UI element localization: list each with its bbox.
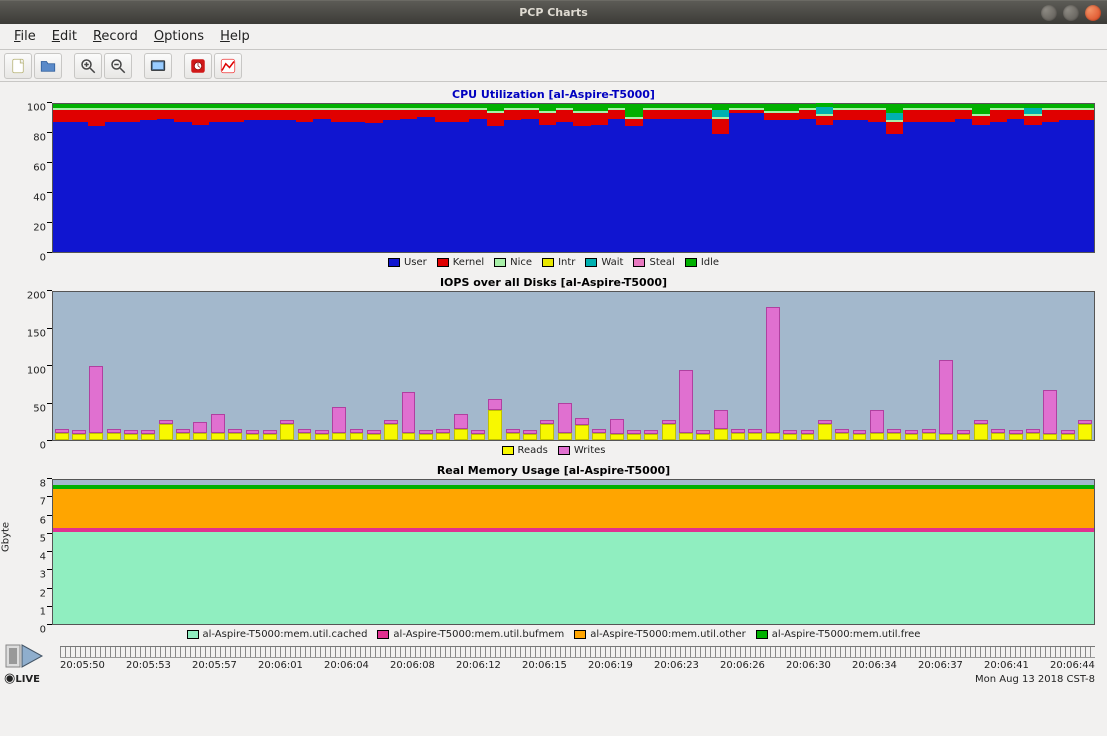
menu-file[interactable]: File (6, 27, 44, 46)
legend-item: Nice (494, 257, 532, 268)
legend-item: Kernel (437, 257, 484, 268)
iops-canvas (52, 291, 1095, 441)
legend-item: Wait (585, 257, 623, 268)
time-tick-labels: 20:05:5020:05:5320:05:5720:06:0120:06:04… (60, 660, 1095, 671)
iops-chart: IOPS over all Disks [al-Aspire-T5000] 05… (6, 274, 1101, 460)
new-view-button[interactable] (4, 53, 32, 79)
mem-y-axis: Gbyte 012345678 (6, 479, 52, 625)
legend-item: al-Aspire-T5000:mem.util.other (574, 629, 746, 640)
mem-chart: Real Memory Usage [al-Aspire-T5000] Gbyt… (6, 462, 1101, 644)
legend-item: al-Aspire-T5000:mem.util.bufmem (377, 629, 564, 640)
window-titlebar: PCP Charts (0, 0, 1107, 24)
zoom-out-button[interactable] (104, 53, 132, 79)
export-image-button[interactable] (144, 53, 172, 79)
menu-edit[interactable]: Edit (44, 27, 85, 46)
mem-legend: al-Aspire-T5000:mem.util.cached al-Aspire… (6, 625, 1101, 644)
legend-item: Writes (558, 445, 606, 456)
window-maximize-icon[interactable] (1063, 5, 1079, 21)
mem-canvas (52, 479, 1095, 625)
live-indicator[interactable]: ◉LIVE (4, 641, 44, 686)
chart-settings-button[interactable] (214, 53, 242, 79)
window-title: PCP Charts (0, 6, 1107, 19)
cpu-y-axis: 020406080100 (6, 103, 52, 253)
zoom-in-button[interactable] (74, 53, 102, 79)
cpu-chart: CPU Utilization [al-Aspire-T5000] 020406… (6, 86, 1101, 272)
mem-chart-title: Real Memory Usage [al-Aspire-T5000] (6, 462, 1101, 479)
legend-item: Intr (542, 257, 575, 268)
legend-item: Idle (685, 257, 719, 268)
legend-item: al-Aspire-T5000:mem.util.free (756, 629, 921, 640)
iops-y-axis: 050100150200 (6, 291, 52, 441)
legend-item: Steal (633, 257, 674, 268)
iops-chart-title: IOPS over all Disks [al-Aspire-T5000] (6, 274, 1101, 291)
cpu-canvas (52, 103, 1095, 253)
open-view-button[interactable] (34, 53, 62, 79)
time-date-label: Mon Aug 13 2018 CST-8 (975, 674, 1095, 685)
content-area: CPU Utilization [al-Aspire-T5000] 020406… (0, 82, 1107, 692)
cpu-chart-title: CPU Utilization [al-Aspire-T5000] (6, 86, 1101, 103)
window-close-icon[interactable] (1085, 5, 1101, 21)
window-minimize-icon[interactable] (1041, 5, 1057, 21)
menu-help[interactable]: Help (212, 27, 258, 46)
time-axis: 20:05:5020:05:5320:05:5720:06:0120:06:04… (60, 646, 1095, 692)
menubar: File Edit Record Options Help (0, 24, 1107, 50)
play-icon (4, 641, 44, 671)
legend-item: Reads (502, 445, 548, 456)
menu-record[interactable]: Record (85, 27, 146, 46)
legend-item: User (388, 257, 427, 268)
menu-options[interactable]: Options (146, 27, 212, 46)
record-button[interactable] (184, 53, 212, 79)
live-label: LIVE (15, 674, 40, 685)
legend-item: al-Aspire-T5000:mem.util.cached (187, 629, 368, 640)
iops-legend: Reads Writes (6, 441, 1101, 460)
time-ruler (60, 646, 1095, 658)
toolbar (0, 50, 1107, 82)
cpu-legend: User Kernel Nice Intr Wait Steal Idle (6, 253, 1101, 272)
